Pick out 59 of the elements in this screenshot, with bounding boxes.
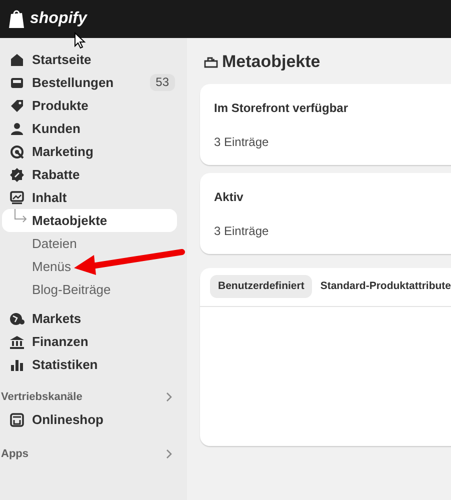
tag-icon: [9, 98, 25, 114]
nav-item[interactable]: Rabatte: [2, 163, 185, 186]
nav-label: Statistiken: [32, 356, 98, 374]
nav-subitem[interactable]: Dateien: [2, 232, 177, 255]
nav-item[interactable]: Startseite: [2, 48, 185, 71]
nav-label: Metaobjekte: [32, 212, 108, 230]
nav-label: Bestellungen: [32, 74, 114, 92]
nav-label: Marketing: [32, 142, 94, 161]
tree-connector-icon: [14, 209, 28, 225]
bank-icon: [9, 334, 25, 350]
tab[interactable]: Benutzerdefiniert: [210, 275, 312, 298]
badge-icon: [9, 166, 25, 182]
nav-item[interactable]: Finanzen: [2, 330, 185, 353]
nav-item[interactable]: Onlineshop: [2, 408, 185, 431]
page-title: Metaobjekte: [222, 51, 320, 74]
nav-label: Blog-Beiträge: [32, 280, 111, 299]
nav-item[interactable]: Kunden: [2, 117, 185, 140]
logo-text: shopify: [30, 9, 87, 29]
entry-count: 3 Einträge: [214, 224, 270, 238]
nav-label: Inhalt: [32, 188, 67, 207]
home-icon: [9, 52, 25, 68]
section-header[interactable]: Vertriebskanäle: [0, 386, 187, 408]
nav-label: Rabatte: [32, 166, 80, 184]
nav-label: Onlineshop: [32, 410, 104, 429]
nav-label: Produkte: [32, 96, 88, 115]
nav-label: Finanzen: [32, 332, 88, 351]
box-icon: [204, 56, 218, 68]
nav-item[interactable]: Bestellungen 53: [2, 71, 185, 94]
storefront-icon: [9, 412, 25, 428]
section-title: Vertriebskanäle: [1, 390, 82, 405]
chevron-right-icon: [165, 449, 173, 459]
chevron-right-icon: [165, 392, 173, 402]
count-badge: 53: [150, 74, 175, 91]
nav-item[interactable]: Markets: [2, 307, 185, 330]
section-header[interactable]: Apps: [0, 443, 187, 465]
nav-subitem[interactable]: Menüs: [2, 255, 177, 278]
nav-subitem[interactable]: Metaobjekte: [2, 209, 177, 232]
nav-label: Markets: [32, 310, 82, 328]
tab[interactable]: Standard-Produktattribute: [312, 275, 451, 298]
card-title: Aktiv: [214, 190, 244, 204]
summary-card[interactable]: Im Storefront verfügbar 3 Einträge: [200, 84, 451, 165]
summary-card[interactable]: Aktiv 3 Einträge: [200, 173, 451, 254]
nav-item[interactable]: Statistiken: [2, 353, 185, 376]
nav-label: Startseite: [32, 50, 92, 69]
entry-count: 3 Einträge: [214, 134, 270, 148]
image-frame-icon: [9, 190, 25, 206]
nav-label: Menüs: [32, 258, 72, 276]
card-title: Im Storefront verfügbar: [214, 100, 350, 114]
nav-label: Dateien: [32, 234, 77, 253]
nav-item[interactable]: Inhalt: [2, 186, 185, 209]
shopping-bag-icon: [8, 9, 26, 29]
mouse-cursor-icon: [74, 32, 86, 49]
person-icon: [9, 120, 25, 136]
target-icon: [9, 144, 25, 160]
nav-item[interactable]: Marketing: [2, 140, 185, 163]
nav-subitem[interactable]: Blog-Beiträge: [2, 278, 177, 301]
nav-label: Kunden: [32, 120, 80, 138]
section-title: Apps: [1, 446, 28, 462]
nav-item[interactable]: Produkte: [2, 94, 185, 117]
